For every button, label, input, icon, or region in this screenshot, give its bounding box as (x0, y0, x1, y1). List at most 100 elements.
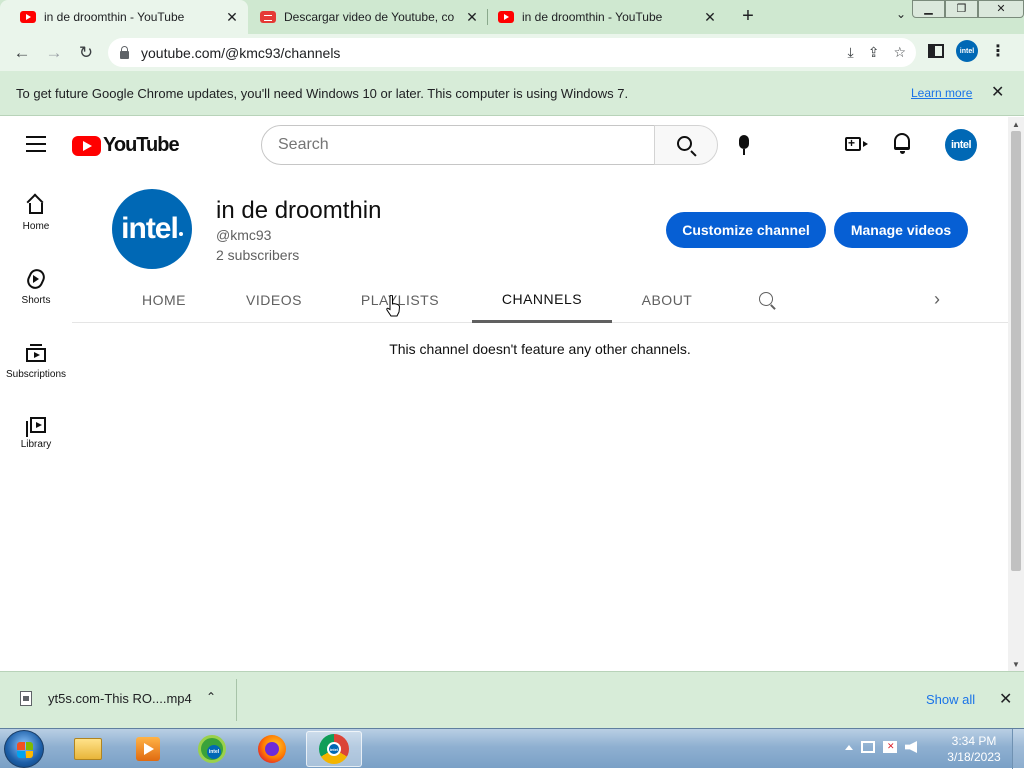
tab-download-site[interactable]: Descargar video de Youtube, con ✕ (240, 0, 488, 34)
create-video-icon[interactable]: + (845, 136, 868, 151)
forward-button[interactable]: → (38, 43, 70, 63)
tab-title: Descargar video de Youtube, con (284, 10, 454, 24)
network-icon[interactable] (861, 741, 875, 753)
download-options-chevron-icon[interactable]: ⌃ (206, 690, 216, 704)
download-item[interactable]: yt5s.com-This RO....mp4 (20, 691, 192, 706)
channel-avatar[interactable]: intel (112, 189, 192, 269)
action-center-flag-icon[interactable] (883, 741, 897, 753)
manage-videos-button[interactable]: Manage videos (834, 212, 968, 248)
show-all-downloads-link[interactable]: Show all (926, 692, 975, 707)
windows-taskbar: intel intel 3:34 PM 3/18/2023 (0, 728, 1024, 769)
browser-toolbar: ← → ↻ youtube.com/@kmc93/channels ⤓ ⇪ ☆ … (0, 34, 1024, 71)
youtube-favicon-icon (20, 11, 36, 23)
windows-logo-icon (17, 742, 33, 758)
search-icon (677, 136, 692, 151)
close-window-button[interactable]: ✕ (978, 0, 1024, 18)
show-desktop-button[interactable] (1012, 729, 1024, 769)
window-controls: ▁ ❐ ✕ (912, 0, 1024, 18)
taskbar-media-player[interactable] (120, 731, 176, 767)
new-tab-button[interactable]: + (736, 5, 760, 28)
microphone-icon[interactable] (739, 135, 749, 155)
update-infobar: To get future Google Chrome updates, you… (0, 71, 1024, 116)
home-icon (29, 203, 43, 214)
tab-about[interactable]: ABOUT (632, 277, 702, 323)
minimize-button[interactable]: ▁ (912, 0, 945, 18)
empty-channels-message: This channel doesn't feature any other c… (389, 341, 691, 357)
tab-home[interactable]: HOME (132, 277, 196, 323)
tabs-next-chevron-icon[interactable]: › (934, 289, 940, 310)
youtube-masthead: YouTube Search + intel (0, 117, 1008, 173)
page-scrollbar[interactable]: ▲ ▼ (1008, 117, 1024, 671)
guide-item-subscriptions[interactable]: Subscriptions (0, 321, 72, 395)
system-tray (845, 741, 917, 753)
address-bar[interactable]: youtube.com/@kmc93/channels ⤓ ⇪ ☆ (108, 38, 916, 67)
taskbar-chrome[interactable]: intel (306, 731, 362, 767)
tab-videos[interactable]: VIDEOS (240, 277, 308, 323)
youtube-logo[interactable]: YouTube (72, 134, 180, 157)
create-plus: + (848, 136, 856, 150)
tab-close-icon[interactable]: ✕ (702, 9, 718, 26)
tab-youtube-channel[interactable]: in de droomthin - YouTube ✕ (0, 0, 248, 34)
side-panel-icon[interactable] (928, 44, 944, 58)
back-button[interactable]: ← (6, 43, 38, 63)
channel-name: in de droomthin (216, 197, 382, 224)
learn-more-link[interactable]: Learn more (911, 86, 972, 100)
youtube-favicon-icon (498, 11, 514, 23)
guide-menu-icon[interactable] (26, 136, 46, 152)
guide-item-shorts[interactable]: Shorts (0, 247, 72, 321)
download-shelf: yt5s.com-This RO....mp4 ⌃ Show all ✕ (0, 671, 1024, 728)
system-clock[interactable]: 3:34 PM 3/18/2023 (940, 733, 1008, 765)
tab-youtube-channel-2[interactable]: in de droomthin - YouTube ✕ (478, 0, 726, 34)
taskbar-explorer[interactable] (60, 731, 116, 767)
guide-item-library[interactable]: Library (0, 395, 72, 469)
profile-avatar[interactable]: intel (956, 40, 978, 62)
url-text[interactable]: youtube.com/@kmc93/channels (141, 45, 340, 61)
channel-avatar-logo: intel (121, 212, 179, 245)
account-avatar[interactable]: intel (945, 129, 977, 161)
youtube-page: YouTube Search + intel Home Shorts Subsc… (0, 117, 1008, 671)
browser-tab-strip: in de droomthin - YouTube ✕ Descargar vi… (0, 0, 1024, 34)
lock-icon[interactable] (120, 45, 129, 59)
shorts-icon (24, 266, 48, 292)
volume-icon[interactable] (905, 741, 917, 753)
taskbar-firefox[interactable] (244, 731, 300, 767)
ccleaner-icon: intel (198, 735, 226, 763)
tab-channels[interactable]: CHANNELS (472, 277, 612, 323)
download-filename: yt5s.com-This RO....mp4 (48, 691, 192, 706)
search-input[interactable]: Search (261, 125, 655, 165)
download-shelf-close-icon[interactable]: ✕ (999, 689, 1012, 709)
install-app-icon[interactable]: ⤓ (848, 44, 854, 61)
video-file-icon (20, 691, 32, 706)
guide-item-label: Subscriptions (5, 369, 67, 380)
tab-playlists[interactable]: PLAYLISTS (356, 277, 444, 323)
tab-title: in de droomthin - YouTube (44, 10, 185, 24)
maximize-button[interactable]: ❐ (945, 0, 978, 18)
tab-search-chevron-icon[interactable]: ⌄ (896, 7, 906, 21)
tab-close-icon[interactable]: ✕ (224, 9, 240, 26)
folder-icon (74, 738, 102, 760)
guide-item-label: Shorts (21, 295, 51, 306)
bookmark-star-icon[interactable]: ☆ (893, 44, 906, 61)
channel-search-icon[interactable] (759, 292, 773, 306)
scroll-up-arrow-icon[interactable]: ▲ (1012, 120, 1020, 129)
search-button[interactable] (654, 125, 718, 165)
omnibox-actions: ⤓ ⇪ ☆ (848, 44, 907, 61)
customize-channel-button[interactable]: Customize channel (666, 212, 826, 248)
download-site-favicon-icon (260, 11, 276, 23)
clock-date: 3/18/2023 (947, 750, 1001, 764)
scroll-down-arrow-icon[interactable]: ▼ (1012, 660, 1020, 669)
reload-button[interactable]: ↻ (70, 43, 102, 63)
start-button[interactable] (4, 730, 44, 768)
notifications-bell-icon[interactable] (894, 133, 910, 154)
guide-item-label: Home (22, 221, 50, 232)
infobar-close-icon[interactable]: ✕ (991, 82, 1004, 102)
media-player-icon (136, 737, 160, 761)
chrome-menu-icon[interactable]: ⋮ (990, 41, 1006, 61)
guide-item-home[interactable]: Home (0, 173, 72, 247)
show-hidden-icons-icon[interactable] (845, 744, 853, 750)
mini-guide: Home Shorts Subscriptions Library (0, 173, 72, 469)
hand-cursor-icon (386, 295, 400, 317)
scrollbar-thumb[interactable] (1011, 131, 1021, 571)
taskbar-ccleaner[interactable]: intel (184, 731, 240, 767)
share-icon[interactable]: ⇪ (868, 44, 880, 61)
